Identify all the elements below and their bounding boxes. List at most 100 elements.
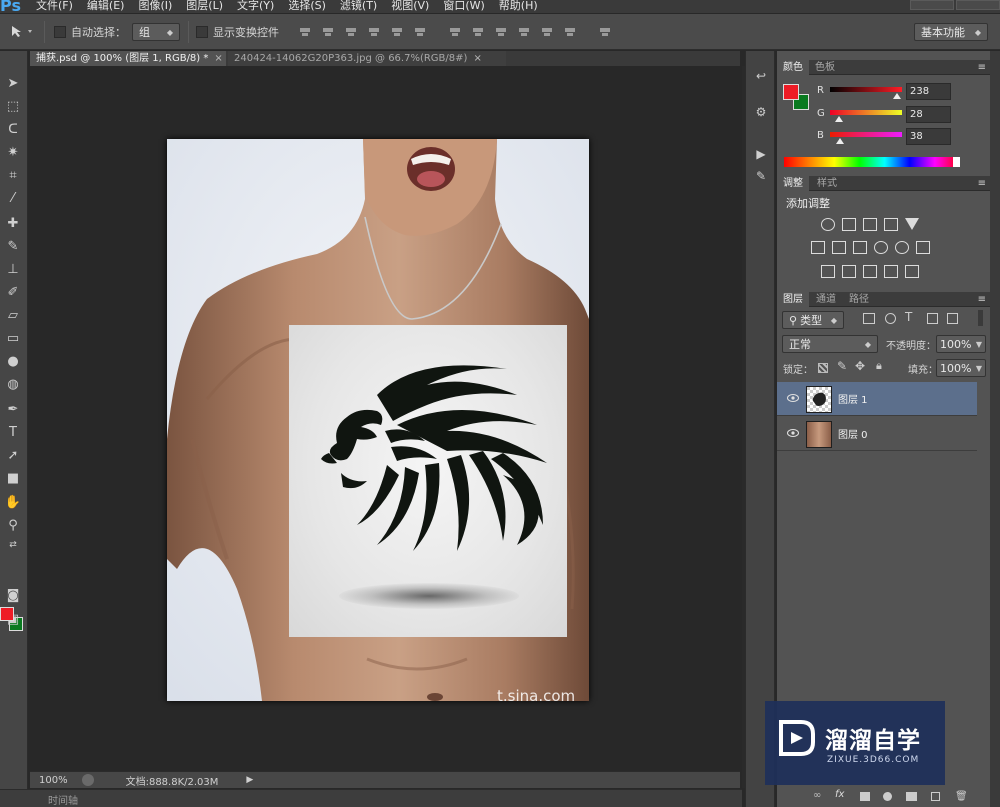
channel-r-thumb[interactable]: [893, 93, 901, 99]
opacity-field[interactable]: 100% ▼: [936, 335, 986, 353]
filter-type-icon[interactable]: T: [905, 310, 912, 324]
layer-filter-dropdown[interactable]: ⚲ 类型 ◆: [782, 311, 844, 329]
minimize-button[interactable]: [910, 0, 954, 10]
eye-icon[interactable]: [787, 428, 799, 438]
tab-swatches[interactable]: 色板: [809, 60, 841, 75]
type-tool-icon[interactable]: T: [3, 422, 23, 442]
vibrance-icon[interactable]: [905, 218, 919, 230]
menu-view[interactable]: 视图(V): [391, 0, 429, 13]
tab-paths[interactable]: 路径: [843, 292, 875, 307]
lock-all-icon[interactable]: 🔒︎: [876, 359, 882, 373]
close-icon[interactable]: ×: [214, 53, 222, 64]
panel-menu-icon[interactable]: ≡: [978, 176, 986, 191]
distribute-top-icon[interactable]: [448, 25, 462, 39]
align-top-icon[interactable]: [298, 25, 312, 39]
channel-r-slider[interactable]: [830, 87, 902, 92]
document-canvas[interactable]: t.sina.com: [167, 139, 589, 701]
zoom-level[interactable]: 100%: [39, 775, 68, 786]
history-brush-tool-icon[interactable]: ✐: [3, 282, 23, 302]
menu-help[interactable]: 帮助(H): [499, 0, 538, 13]
menu-layer[interactable]: 图层(L): [186, 0, 223, 13]
selective-color-icon[interactable]: [884, 265, 898, 278]
channel-g-value[interactable]: 28: [906, 106, 951, 123]
canvas-area[interactable]: t.sina.com: [30, 66, 738, 771]
auto-select-dropdown[interactable]: 组 ◆: [132, 23, 180, 41]
filter-smart-object-icon[interactable]: [947, 313, 958, 324]
foreground-color-swatch[interactable]: [0, 607, 14, 621]
photo-filter-icon[interactable]: [874, 241, 888, 254]
workspace-dropdown[interactable]: 基本功能 ◆: [914, 23, 988, 41]
brush-panel-icon[interactable]: ✎: [752, 169, 770, 185]
align-right-icon[interactable]: [413, 25, 427, 39]
tab-document-capture[interactable]: 捕获.psd @ 100% (图层 1, RGB/8) * ×: [30, 51, 226, 66]
filter-shape-icon[interactable]: [927, 313, 938, 324]
zoom-tool-icon[interactable]: ⚲: [3, 515, 23, 535]
rectangle-tool-icon[interactable]: ■: [3, 468, 23, 488]
eraser-tool-icon[interactable]: ▱: [3, 305, 23, 325]
menu-select[interactable]: 选择(S): [288, 0, 326, 13]
eye-icon[interactable]: [787, 393, 799, 403]
panel-menu-icon[interactable]: ≡: [978, 60, 986, 75]
menu-filter[interactable]: 滤镜(T): [340, 0, 377, 13]
show-transform-checkbox[interactable]: [196, 26, 208, 38]
filter-toggle[interactable]: [978, 310, 983, 326]
move-tool-icon[interactable]: ➤: [3, 73, 23, 93]
hue-saturation-icon[interactable]: [811, 241, 825, 254]
hand-tool-icon[interactable]: ✋: [3, 492, 23, 512]
lock-transparent-icon[interactable]: [818, 363, 828, 373]
threshold-icon[interactable]: [863, 265, 877, 278]
marquee-tool-icon[interactable]: ⬚: [3, 96, 23, 116]
auto-select-checkbox[interactable]: [54, 26, 66, 38]
channel-g-thumb[interactable]: [835, 116, 843, 122]
layer-name[interactable]: 图层 1: [838, 391, 868, 406]
actions-panel-icon[interactable]: ▶: [752, 147, 770, 163]
history-panel-icon[interactable]: ↩: [752, 69, 770, 85]
align-left-icon[interactable]: [367, 25, 381, 39]
distribute-right-icon[interactable]: [563, 25, 577, 39]
menu-image[interactable]: 图像(I): [138, 0, 172, 13]
align-hcenter-icon[interactable]: [390, 25, 404, 39]
color-spectrum-bar[interactable]: [784, 157, 960, 167]
play-arrow-icon[interactable]: ▶: [246, 775, 253, 785]
menu-edit[interactable]: 编辑(E): [87, 0, 125, 13]
distribute-vcenter-icon[interactable]: [471, 25, 485, 39]
spectrum-white-swatch[interactable]: [953, 157, 960, 167]
layer-name[interactable]: 图层 0: [838, 426, 868, 441]
brush-tool-icon[interactable]: ✎: [3, 236, 23, 256]
new-group-icon[interactable]: [906, 792, 917, 801]
magic-wand-tool-icon[interactable]: ✷: [3, 142, 23, 162]
menu-file[interactable]: 文件(F): [36, 0, 73, 13]
fill-field[interactable]: 100% ▼: [936, 359, 986, 377]
exposure-icon[interactable]: [884, 218, 898, 231]
channel-mixer-icon[interactable]: [895, 241, 909, 254]
path-selection-tool-icon[interactable]: ➚: [3, 445, 23, 465]
close-icon[interactable]: ×: [473, 53, 481, 64]
fx-icon[interactable]: fx: [835, 789, 844, 800]
color-balance-icon[interactable]: [832, 241, 846, 254]
tab-adjustments[interactable]: 调整: [777, 176, 809, 191]
panel-menu-icon[interactable]: ≡: [978, 292, 986, 307]
menu-window[interactable]: 窗口(W): [443, 0, 484, 13]
channel-b-slider[interactable]: [830, 132, 902, 137]
properties-panel-icon[interactable]: ⚙: [752, 105, 770, 121]
dodge-tool-icon[interactable]: ◍: [3, 374, 23, 394]
channel-r-value[interactable]: 238: [906, 83, 951, 100]
maximize-button[interactable]: [956, 0, 1000, 10]
tab-layers[interactable]: 图层: [777, 292, 809, 307]
layer-row-1[interactable]: 图层 1: [777, 382, 977, 416]
move-tool-preset[interactable]: [10, 14, 36, 50]
healing-brush-tool-icon[interactable]: ✚: [3, 213, 23, 233]
eyedropper-tool-icon[interactable]: ⁄: [3, 188, 23, 208]
tab-color[interactable]: 颜色: [777, 60, 809, 75]
auto-align-button[interactable]: [598, 14, 612, 50]
channel-b-value[interactable]: 38: [906, 128, 951, 145]
invert-icon[interactable]: [821, 265, 835, 278]
tab-channels[interactable]: 通道: [810, 292, 842, 307]
align-vcenter-icon[interactable]: [321, 25, 335, 39]
tab-document-jpg[interactable]: 240424-14062G20P363.jpg @ 66.7%(RGB/8#) ×: [228, 51, 506, 66]
lock-position-icon[interactable]: ✥: [855, 359, 865, 373]
add-mask-icon[interactable]: [860, 792, 870, 801]
tab-styles[interactable]: 样式: [811, 176, 843, 191]
filter-pixel-icon[interactable]: [863, 313, 875, 324]
quick-mask-icon[interactable]: ◙: [3, 585, 23, 605]
